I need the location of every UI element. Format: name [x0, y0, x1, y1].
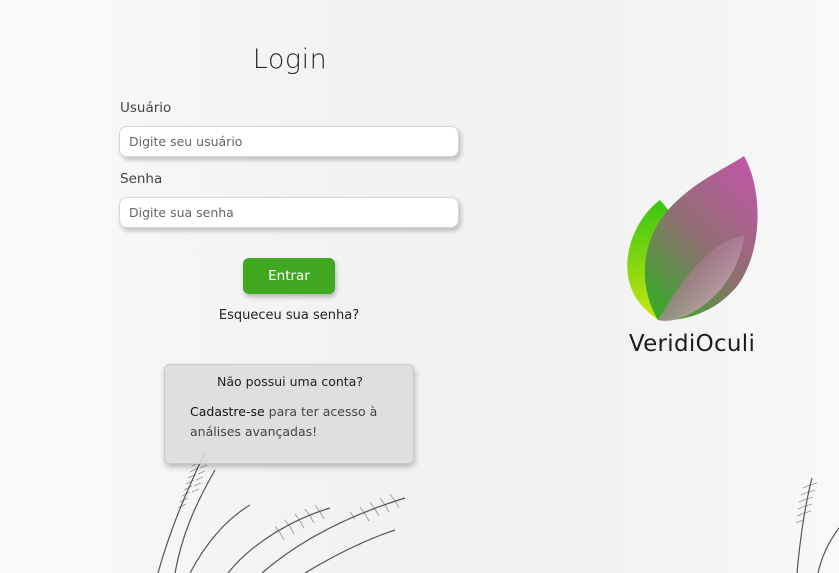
leaf-logo-icon: [627, 156, 758, 322]
forgot-password-link[interactable]: Esqueceu sua senha?: [189, 308, 389, 323]
signup-link[interactable]: Cadastre-se: [190, 404, 265, 419]
signup-text: Cadastre-se para ter acesso à análises a…: [190, 402, 405, 442]
login-title: Login: [252, 44, 328, 75]
login-button[interactable]: Entrar: [243, 258, 335, 294]
username-input[interactable]: [119, 126, 459, 157]
username-label: Usuário: [120, 100, 172, 116]
signup-title: Não possui uma conta?: [217, 374, 363, 389]
password-input[interactable]: [119, 197, 459, 228]
password-label: Senha: [120, 171, 163, 187]
signup-box: Não possui uma conta? Cadastre-se para t…: [164, 364, 414, 464]
brand-name: VeridiOculi: [628, 331, 756, 357]
